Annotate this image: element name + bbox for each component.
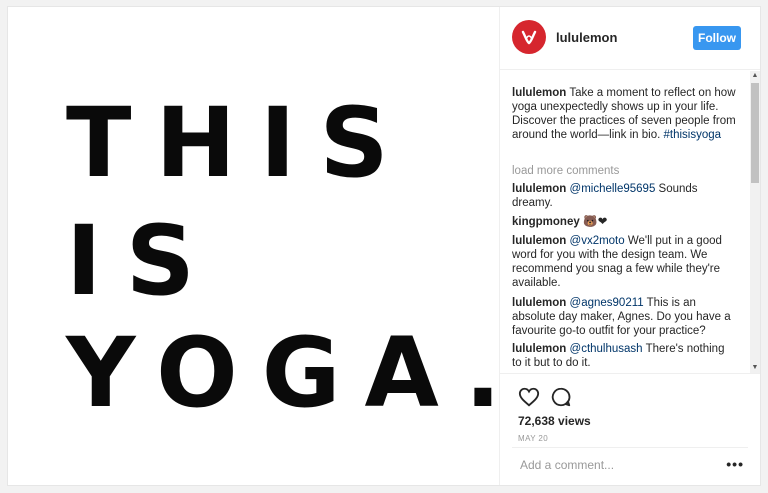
header-username[interactable]: lululemon <box>556 30 617 45</box>
comment-bubble-icon[interactable] <box>550 386 572 408</box>
load-more-comments-link[interactable]: load more comments <box>512 164 736 178</box>
add-comment-input[interactable] <box>518 457 722 473</box>
comment-username[interactable]: lululemon <box>512 343 566 355</box>
comment-username[interactable]: lululemon <box>512 235 566 247</box>
comment-mention[interactable]: @vx2moto <box>570 235 625 247</box>
image-text-line-2: IS <box>66 205 219 317</box>
caption-username[interactable]: lululemon <box>512 87 566 99</box>
comments-scrollbar[interactable]: ▲ ▼ <box>750 71 760 373</box>
post-date[interactable]: MAY 20 <box>518 434 548 443</box>
post-sidebar: lululemon Follow lululemon Take a moment… <box>499 7 760 485</box>
post-card: THIS IS YOGA. lululemon Follow lululemon… <box>7 6 761 486</box>
image-text-line-3: YOGA. <box>66 317 526 429</box>
comments-list: lululemon Take a moment to reflect on ho… <box>500 70 748 372</box>
comment-mention[interactable]: @michelle95695 <box>570 183 656 195</box>
lululemon-logo-icon <box>521 30 537 45</box>
comment-item: lululemon @cthulhusash There's nothing t… <box>512 342 736 370</box>
comment-item: lululemon @vx2moto We'll put in a good w… <box>512 234 736 290</box>
follow-button[interactable]: Follow <box>693 26 741 50</box>
scrollbar-thumb[interactable] <box>751 83 759 183</box>
comment-mention[interactable]: @agnes90211 <box>570 297 644 309</box>
post-actions: 72,638 views MAY 20 <box>500 373 760 443</box>
comment-text: 🐻❤ <box>579 214 608 228</box>
post-image[interactable]: THIS IS YOGA. <box>8 7 501 485</box>
scroll-up-arrow-icon[interactable]: ▲ <box>750 71 760 81</box>
comment-item: kingpmoney 🐻❤ <box>512 214 736 229</box>
heart-icon[interactable] <box>518 386 540 408</box>
scroll-down-arrow-icon[interactable]: ▼ <box>750 363 760 373</box>
comment-username[interactable]: kingpmoney <box>512 216 580 228</box>
caption-hashtag[interactable]: #thisisyoga <box>664 129 722 141</box>
image-text-line-1: THIS <box>66 87 413 199</box>
caption: lululemon Take a moment to reflect on ho… <box>512 86 736 142</box>
comment-mention[interactable]: @cthulhusash <box>570 343 643 355</box>
comment-item: lululemon @agnes90211 This is an absolut… <box>512 296 736 338</box>
comment-username[interactable]: lululemon <box>512 183 566 195</box>
comment-item: lululemon @michelle95695 Sounds dreamy. <box>512 182 736 210</box>
avatar[interactable] <box>512 20 546 54</box>
more-options-icon[interactable]: ••• <box>726 456 744 472</box>
comment-username[interactable]: lululemon <box>512 297 566 309</box>
view-count: 72,638 views <box>518 414 591 428</box>
post-header: lululemon Follow <box>500 7 760 70</box>
add-comment-section: ••• <box>512 447 748 483</box>
